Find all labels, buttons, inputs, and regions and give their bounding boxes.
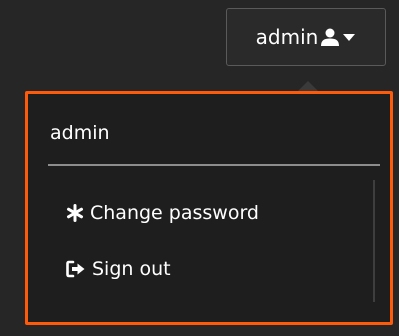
sign-out-label: Sign out	[92, 258, 171, 280]
asterisk-icon	[66, 204, 84, 222]
divider	[48, 164, 380, 166]
dropdown-username: admin	[50, 122, 110, 144]
sign-out-item[interactable]: Sign out	[66, 258, 171, 280]
change-password-item[interactable]: Change password	[66, 202, 259, 224]
scrollbar[interactable]	[373, 180, 375, 302]
user-menu-button[interactable]: admin	[226, 8, 386, 66]
username-label: admin	[255, 25, 319, 49]
user-icon	[320, 27, 340, 47]
user-dropdown-menu: admin Change password Sign out	[25, 91, 393, 325]
caret-down-icon	[342, 32, 356, 42]
sign-out-icon	[66, 260, 86, 278]
change-password-label: Change password	[90, 202, 259, 224]
